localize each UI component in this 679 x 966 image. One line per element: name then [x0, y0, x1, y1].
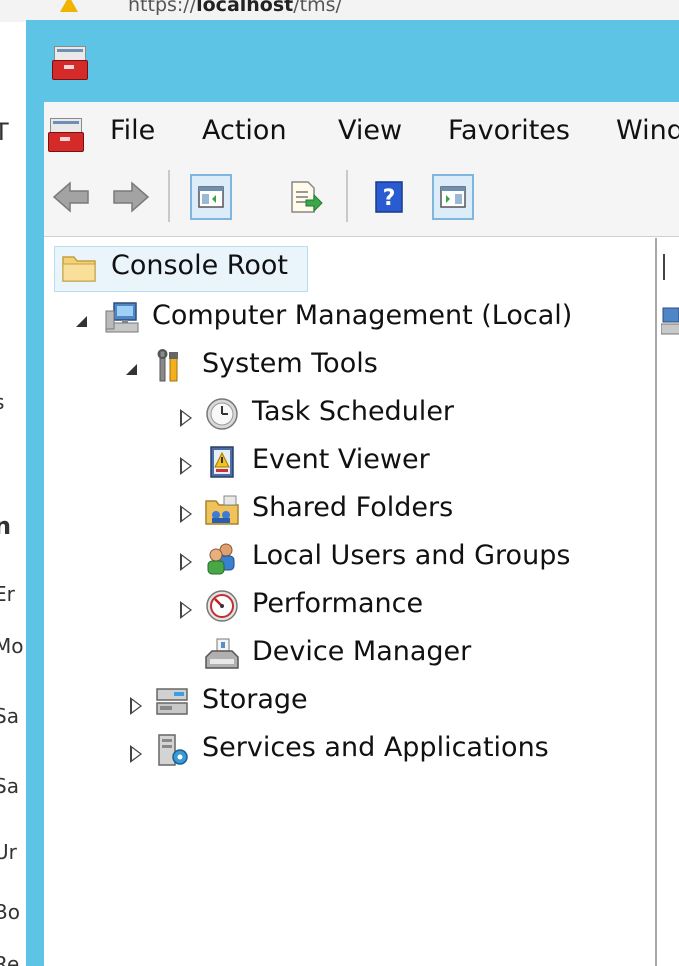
device-manager-icon [204, 637, 240, 671]
menu-action[interactable]: Action [202, 115, 287, 146]
mmc-app-icon[interactable] [52, 44, 88, 80]
menu-view[interactable]: View [338, 115, 402, 146]
tree-item-label: Computer Management (Local) [152, 300, 573, 331]
browser-address-bar: https://localhost/tms/ [0, 0, 679, 22]
bg-text: Sa [0, 704, 19, 728]
toolbar-separator [168, 170, 170, 222]
users-icon [204, 541, 240, 575]
services-icon [154, 733, 190, 767]
tree-item-label: System Tools [202, 348, 378, 379]
bg-text: Er [0, 582, 15, 606]
tree-item-label: Services and Applications [202, 732, 549, 763]
mmc-window: File Action View Favorites Window [26, 20, 679, 966]
collapsed-arrow-icon[interactable] [180, 457, 192, 475]
tree-item-label: Device Manager [252, 636, 472, 667]
tree-item-storage[interactable]: Storage [122, 680, 522, 724]
export-list-icon [284, 181, 326, 224]
bg-text: n [0, 512, 11, 540]
tree-item-task-scheduler[interactable]: Task Scheduler [172, 392, 572, 436]
folder-icon [61, 251, 97, 285]
background-page-edge: T s n Er Mo Sa Sa Ur Bo Re [0, 22, 27, 966]
warning-icon [60, 0, 78, 12]
bg-text: s [0, 390, 4, 414]
bg-text: Bo [0, 900, 20, 924]
toolbar-separator [346, 170, 348, 222]
tree-item-system-tools[interactable]: System Tools [122, 344, 522, 388]
menu-file[interactable]: File [110, 115, 155, 146]
title-bar[interactable] [26, 20, 679, 102]
browser-url: https://localhost/tms/ [128, 0, 342, 16]
back-icon [50, 181, 92, 224]
window-client-area: File Action View Favorites Window [44, 102, 679, 966]
back-button[interactable] [50, 174, 92, 220]
tree-item-console-root[interactable]: Console Root [54, 246, 308, 292]
system-menu-icon[interactable] [48, 116, 84, 152]
tree-item-event-viewer[interactable]: Event Viewer [172, 440, 572, 484]
bg-text: Sa [0, 774, 19, 798]
bg-text: T [0, 118, 9, 146]
show-hide-action-pane-button[interactable] [432, 174, 474, 220]
tree-item-label: Console Root [111, 250, 288, 281]
forward-button[interactable] [110, 174, 152, 220]
tree-item-label: Performance [252, 588, 424, 619]
expanded-arrow-icon[interactable] [76, 316, 87, 327]
collapsed-arrow-icon[interactable] [180, 601, 192, 619]
bg-text: Mo [0, 634, 24, 658]
svg-text:?: ? [383, 186, 396, 211]
tree-item-device-manager[interactable]: Device Manager [172, 632, 572, 676]
storage-icon [154, 685, 190, 719]
bg-text: Re [0, 952, 20, 966]
tree-item-label: Task Scheduler [252, 396, 455, 427]
tree-item-performance[interactable]: Performance [172, 584, 572, 628]
shared-folders-icon [204, 493, 240, 527]
show-hide-console-tree-icon [192, 186, 230, 222]
collapsed-arrow-icon[interactable] [130, 697, 142, 715]
computer-management-icon [660, 304, 679, 342]
menu-bar: File Action View Favorites Window [44, 102, 679, 164]
performance-icon [204, 589, 240, 623]
event-viewer-icon [204, 445, 240, 479]
system-tools-icon [154, 349, 190, 383]
tree-item-computer-management[interactable]: Computer Management (Local) [72, 296, 652, 340]
console-tree[interactable]: Console Root Computer Management (Local)… [44, 238, 657, 966]
collapsed-arrow-icon[interactable] [180, 409, 192, 427]
tree-item-shared-folders[interactable]: Shared Folders [172, 488, 572, 532]
computer-management-icon [104, 301, 140, 335]
clock-icon [204, 397, 240, 431]
collapsed-arrow-icon[interactable] [130, 745, 142, 763]
tree-item-services-and-applications[interactable]: Services and Applications [122, 728, 602, 772]
tree-item-label: Local Users and Groups [252, 540, 571, 571]
forward-icon [110, 181, 152, 224]
help-icon: ? [368, 181, 410, 224]
menu-window[interactable]: Window [616, 115, 679, 146]
tree-item-local-users-and-groups[interactable]: Local Users and Groups [172, 536, 652, 580]
collapsed-arrow-icon[interactable] [180, 505, 192, 523]
tree-item-label: Event Viewer [252, 444, 430, 475]
tree-item-label: Shared Folders [252, 492, 454, 523]
collapsed-arrow-icon[interactable] [180, 553, 192, 571]
help-button[interactable]: ? [368, 174, 410, 220]
export-list-button[interactable] [284, 174, 326, 220]
bg-text: Ur [0, 840, 17, 864]
tree-item-label: Storage [202, 684, 308, 715]
expanded-arrow-icon[interactable] [126, 364, 137, 375]
column-header-edge [663, 254, 665, 280]
show-hide-action-pane-icon [434, 186, 472, 222]
results-pane[interactable] [657, 238, 679, 966]
show-hide-console-tree-button[interactable] [190, 174, 232, 220]
toolbar: ? [44, 164, 679, 237]
menu-favorites[interactable]: Favorites [448, 115, 570, 146]
